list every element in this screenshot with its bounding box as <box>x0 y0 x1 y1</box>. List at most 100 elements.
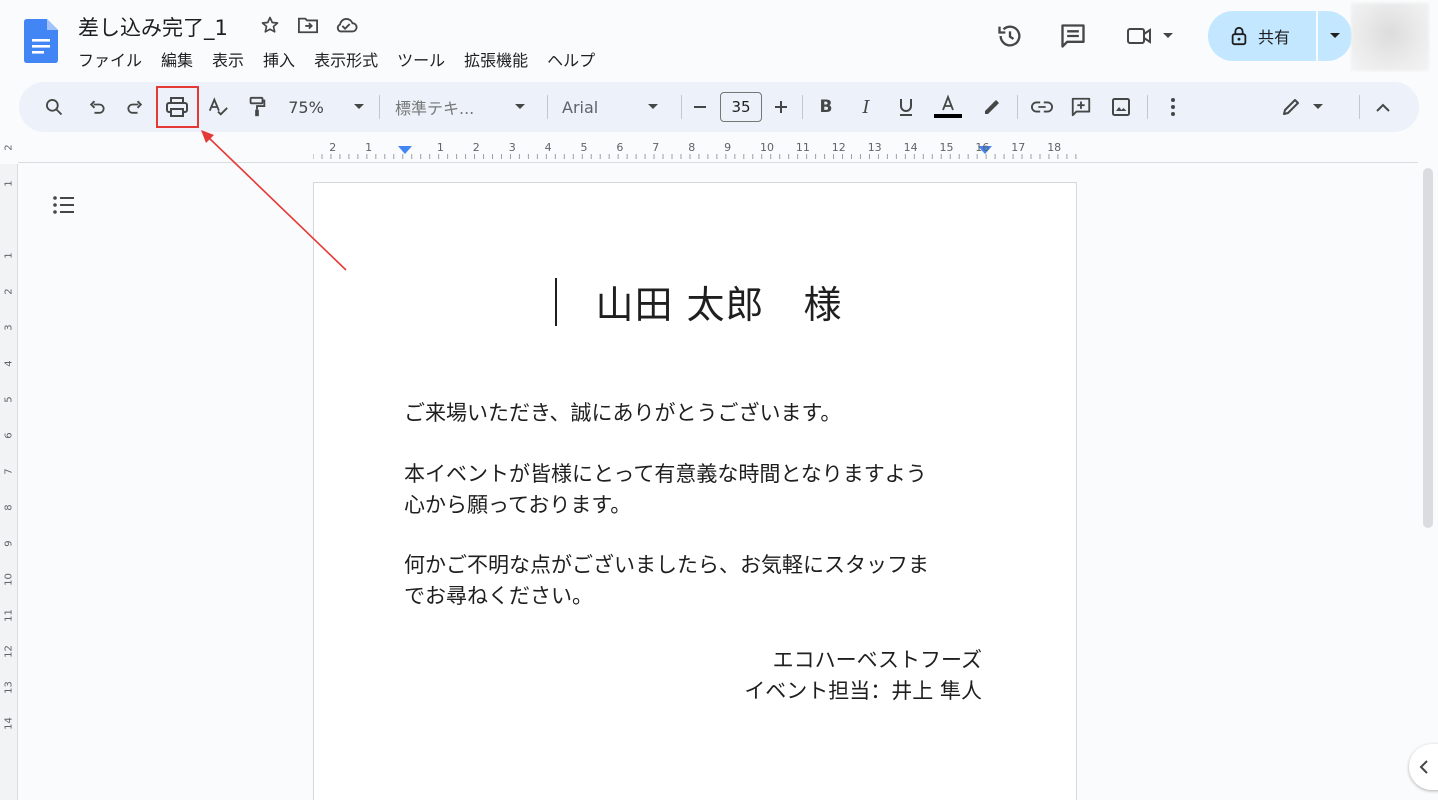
menu-file[interactable]: ファイル <box>78 45 152 73</box>
underline-icon[interactable] <box>894 91 918 123</box>
paragraph-line: 何かご不明な点がございましたら、お気軽にスタッフま <box>404 553 929 577</box>
text-cursor <box>555 278 557 326</box>
zoom-select[interactable]: 75% <box>283 91 369 123</box>
vertical-ruler: 2 1 1 2 3 4 5 6 7 8 9 10 11 12 13 14 <box>0 144 18 800</box>
menu-tools[interactable]: ツール <box>397 45 455 73</box>
paragraph-3: 何かご不明な点がございましたら、お気軽にスタッフま でお尋ねください。 <box>404 550 929 612</box>
more-options-icon[interactable] <box>1161 91 1185 123</box>
share-button[interactable]: 共有 <box>1208 11 1316 61</box>
horizontal-ruler: 2 1 1 2 3 4 5 6 7 8 9 10 11 12 13 14 15 16 17 18 <box>313 140 1077 162</box>
side-panel-toggle[interactable] <box>1409 744 1438 790</box>
insert-image-icon[interactable] <box>1107 91 1135 123</box>
move-to-folder-icon[interactable] <box>296 13 320 37</box>
paragraph-line: ご来場いただき、誠にありがとうございます。 <box>404 401 842 425</box>
ruler-number: 3 <box>508 141 516 154</box>
ruler-number: 5 <box>3 396 15 403</box>
insert-link-icon[interactable] <box>1027 91 1057 123</box>
menu-edit[interactable]: 編集 <box>161 45 203 73</box>
bold-icon[interactable]: B <box>814 91 838 123</box>
highlight-color-icon[interactable] <box>977 91 1005 123</box>
chevron-down-icon <box>1313 104 1323 109</box>
zoom-value: 75% <box>288 97 324 117</box>
chevron-left-icon <box>1419 760 1428 774</box>
menu-extensions[interactable]: 拡張機能 <box>464 45 538 73</box>
editing-mode-button[interactable] <box>1277 91 1327 123</box>
paragraph-line: 本イベントが皆様にとって有意義な時間となりますよう <box>404 462 927 486</box>
ruler-number: 9 <box>724 141 732 154</box>
spelling-grammar-icon[interactable] <box>204 91 232 123</box>
ruler-number: 2 <box>329 141 337 154</box>
ruler-number: 14 <box>3 717 15 730</box>
decrease-font-size-icon[interactable] <box>689 91 711 123</box>
font-value: Arial <box>562 97 599 117</box>
paragraph-style-value: 標準テキ... <box>395 99 475 118</box>
meet-button[interactable] <box>1120 16 1180 56</box>
toolbar: 75% 標準テキ... Arial 35 B I <box>19 82 1419 132</box>
ruler-number: 10 <box>760 141 774 154</box>
vertical-scrollbar[interactable] <box>1423 168 1433 528</box>
add-comment-icon[interactable] <box>1067 91 1095 123</box>
docs-logo-icon[interactable] <box>24 19 58 63</box>
signature-contact: イベント担当：井上 隼人 <box>744 679 982 703</box>
menu-help[interactable]: ヘルプ <box>547 45 605 73</box>
search-menus-icon[interactable] <box>39 91 69 123</box>
share-button-group: 共有 <box>1208 11 1352 61</box>
ruler-number: 16 <box>975 141 990 154</box>
ruler-number: 13 <box>867 141 882 154</box>
chevron-down-icon <box>1330 33 1340 38</box>
hide-menus-icon[interactable] <box>1371 91 1395 123</box>
document-title[interactable]: 差し込み完了_1 <box>78 12 228 42</box>
font-size-input[interactable]: 35 <box>720 92 762 122</box>
app-header: 差し込み完了_1 ファイル 編集 表示 挿入 表示形式 ツール 拡張機能 ヘルプ… <box>0 0 1438 80</box>
ruler-number: 1 <box>365 141 373 154</box>
share-dropdown-button[interactable] <box>1318 11 1352 61</box>
star-icon[interactable] <box>258 13 282 37</box>
redo-icon[interactable] <box>121 91 149 123</box>
paragraph-1: ご来場いただき、誠にありがとうございます。 <box>404 398 841 429</box>
undo-icon[interactable] <box>83 91 111 123</box>
font-select[interactable]: Arial <box>562 91 662 123</box>
chevron-down-icon <box>1163 33 1173 38</box>
ruler-number: 8 <box>688 141 696 154</box>
version-history-icon[interactable] <box>990 16 1030 56</box>
avatar[interactable] <box>1351 3 1429 71</box>
paragraph-style-select[interactable]: 標準テキ... <box>395 91 531 123</box>
ruler-number: 10 <box>3 573 15 586</box>
ruler-number: 11 <box>795 141 810 154</box>
italic-icon[interactable]: I <box>854 91 878 123</box>
ruler-number: 5 <box>580 141 588 154</box>
menu-format[interactable]: 表示形式 <box>314 45 388 73</box>
left-indent-marker[interactable] <box>398 146 412 154</box>
ruler-number: 11 <box>3 609 15 622</box>
recipient-heading: 山田 太郎 様 <box>595 283 843 327</box>
chevron-down-icon <box>353 104 364 109</box>
comments-icon[interactable] <box>1053 16 1093 56</box>
ruler-number: 1 <box>436 141 444 154</box>
ruler-number: 18 <box>1047 141 1062 154</box>
pencil-icon <box>1283 99 1299 115</box>
ruler-number: 14 <box>903 141 918 154</box>
signature-block: エコハーベストフーズ イベント担当：井上 隼人 <box>744 645 982 707</box>
ruler-number: 12 <box>3 645 15 658</box>
ruler-number: 1 <box>3 180 15 187</box>
ruler-number: 6 <box>3 432 15 439</box>
ruler-number: 13 <box>3 681 15 694</box>
text-color-icon[interactable] <box>932 91 964 123</box>
lock-icon <box>1231 26 1247 46</box>
paragraph-line: でお尋ねください。 <box>404 584 593 608</box>
menu-view[interactable]: 表示 <box>212 45 254 73</box>
document-outline-icon[interactable] <box>49 191 79 219</box>
ruler-number: 9 <box>3 540 15 547</box>
ruler-number: 6 <box>616 141 624 154</box>
paint-format-icon[interactable] <box>243 91 271 123</box>
print-icon[interactable] <box>159 91 195 123</box>
ruler-number: 7 <box>652 141 660 154</box>
ruler-number: 2 <box>3 144 15 151</box>
video-camera-icon <box>1127 28 1151 44</box>
menu-insert[interactable]: 挿入 <box>263 45 305 73</box>
cloud-saved-icon[interactable] <box>334 13 358 37</box>
ruler-number: 4 <box>544 141 552 154</box>
increase-font-size-icon[interactable] <box>770 91 792 123</box>
menu-bar: ファイル 編集 表示 挿入 表示形式 ツール 拡張機能 ヘルプ <box>78 45 614 73</box>
signature-company: エコハーベストフーズ <box>772 648 982 672</box>
